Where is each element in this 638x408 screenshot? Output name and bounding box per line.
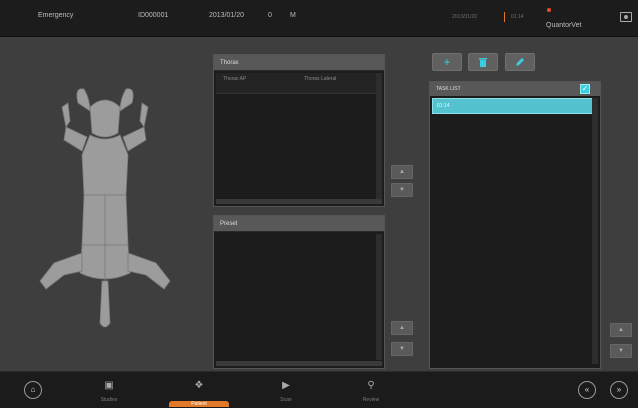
region-thorax	[81, 134, 129, 196]
home-button[interactable]: ⌂	[24, 381, 42, 399]
region-tail	[99, 280, 111, 328]
edit-button[interactable]	[505, 53, 535, 71]
nav-studies-label: Studies	[100, 397, 118, 403]
region-ears	[76, 88, 91, 112]
tasklist-scroll-up-button[interactable]: ▲	[610, 323, 632, 337]
column-thorax-lateral[interactable]: Thorax Lateral	[304, 76, 336, 82]
add-button[interactable]: +	[432, 53, 462, 71]
tasklist-scroll-down-button[interactable]: ▼	[610, 344, 632, 358]
home-icon: ⌂	[30, 385, 36, 394]
system-date: 2013/01/20	[452, 14, 478, 20]
previous-button[interactable]: «	[578, 381, 596, 399]
preset-panel-title: Preset	[214, 216, 384, 232]
header-divider	[504, 12, 505, 22]
settings-icon[interactable]	[620, 12, 632, 22]
preset-scrollbar[interactable]	[376, 234, 382, 360]
top-bar: Emergency ID000001 2013/01/20 0 M 2013/0…	[0, 0, 638, 37]
main-area: Thorax Thorax AP Thorax Lateral Preset ▲…	[0, 37, 638, 371]
double-chevron-left-icon: «	[584, 385, 590, 394]
next-button[interactable]: »	[610, 381, 628, 399]
region-hind-right-leg	[127, 252, 171, 290]
nav-scan[interactable]: ▶ Scan	[266, 380, 306, 403]
patient-icon: ❖	[194, 380, 204, 391]
task-list-panel: TASK LIST ✓ 01:14	[429, 81, 601, 369]
column-thorax-ap[interactable]: Thorax AP	[223, 76, 246, 82]
study-date: 2013/01/20	[209, 12, 245, 19]
system-time: 01:14	[511, 14, 524, 20]
review-icon: ⚲	[367, 380, 375, 391]
thorax-panel: Thorax Thorax AP Thorax Lateral	[213, 54, 385, 207]
preset-scroll-up-button[interactable]: ▲	[391, 321, 413, 335]
nav-scan-label: Scan	[280, 397, 292, 403]
studies-icon: ▣	[104, 380, 114, 391]
preset-panel: Preset	[213, 215, 385, 369]
patient-id: ID000001	[138, 12, 169, 19]
region-hind-left-leg	[39, 252, 83, 290]
delete-button[interactable]	[468, 53, 498, 71]
thorax-panel-title: Thorax	[214, 55, 384, 71]
region-front-left-leg	[63, 126, 88, 152]
region-ears-right	[119, 88, 134, 112]
nav-review[interactable]: ⚲ Review	[351, 380, 391, 403]
region-front-right-leg	[122, 126, 147, 152]
preset-scroll-down-button[interactable]: ▼	[391, 342, 413, 356]
task-row[interactable]: 01:14	[432, 98, 594, 114]
nav-studies[interactable]: ▣ Studies	[89, 380, 129, 403]
region-front-right-paw	[139, 102, 149, 129]
active-tab-patient[interactable]: Patient	[169, 401, 229, 407]
nav-patient[interactable]: ❖	[179, 380, 219, 394]
preset-hscrollbar[interactable]	[216, 361, 382, 366]
thorax-hscrollbar[interactable]	[216, 199, 382, 204]
bottom-bar: ⌂ ▣ Studies ❖ ▶ Scan ⚲ Review « »	[0, 371, 638, 408]
plus-icon: +	[443, 55, 451, 69]
pencil-icon	[516, 58, 524, 66]
scan-icon: ▶	[282, 380, 290, 391]
task-list-header: TASK LIST	[430, 82, 600, 96]
thorax-scroll-down-button[interactable]: ▼	[391, 183, 413, 197]
patient-name: Emergency	[38, 12, 74, 19]
anatomy-diagram[interactable]	[30, 85, 180, 335]
double-chevron-right-icon: »	[616, 385, 622, 394]
patient-sex: M	[290, 12, 296, 19]
thorax-scrollbar[interactable]	[376, 73, 382, 199]
patient-age: 0	[268, 12, 272, 19]
nav-review-label: Review	[362, 397, 380, 403]
select-all-checkbox[interactable]: ✓	[580, 84, 590, 94]
trash-icon	[479, 58, 487, 67]
task-list-scrollbar[interactable]	[592, 98, 598, 364]
thorax-scroll-up-button[interactable]: ▲	[391, 165, 413, 179]
region-head	[89, 99, 121, 138]
region-front-left-paw	[61, 102, 71, 129]
